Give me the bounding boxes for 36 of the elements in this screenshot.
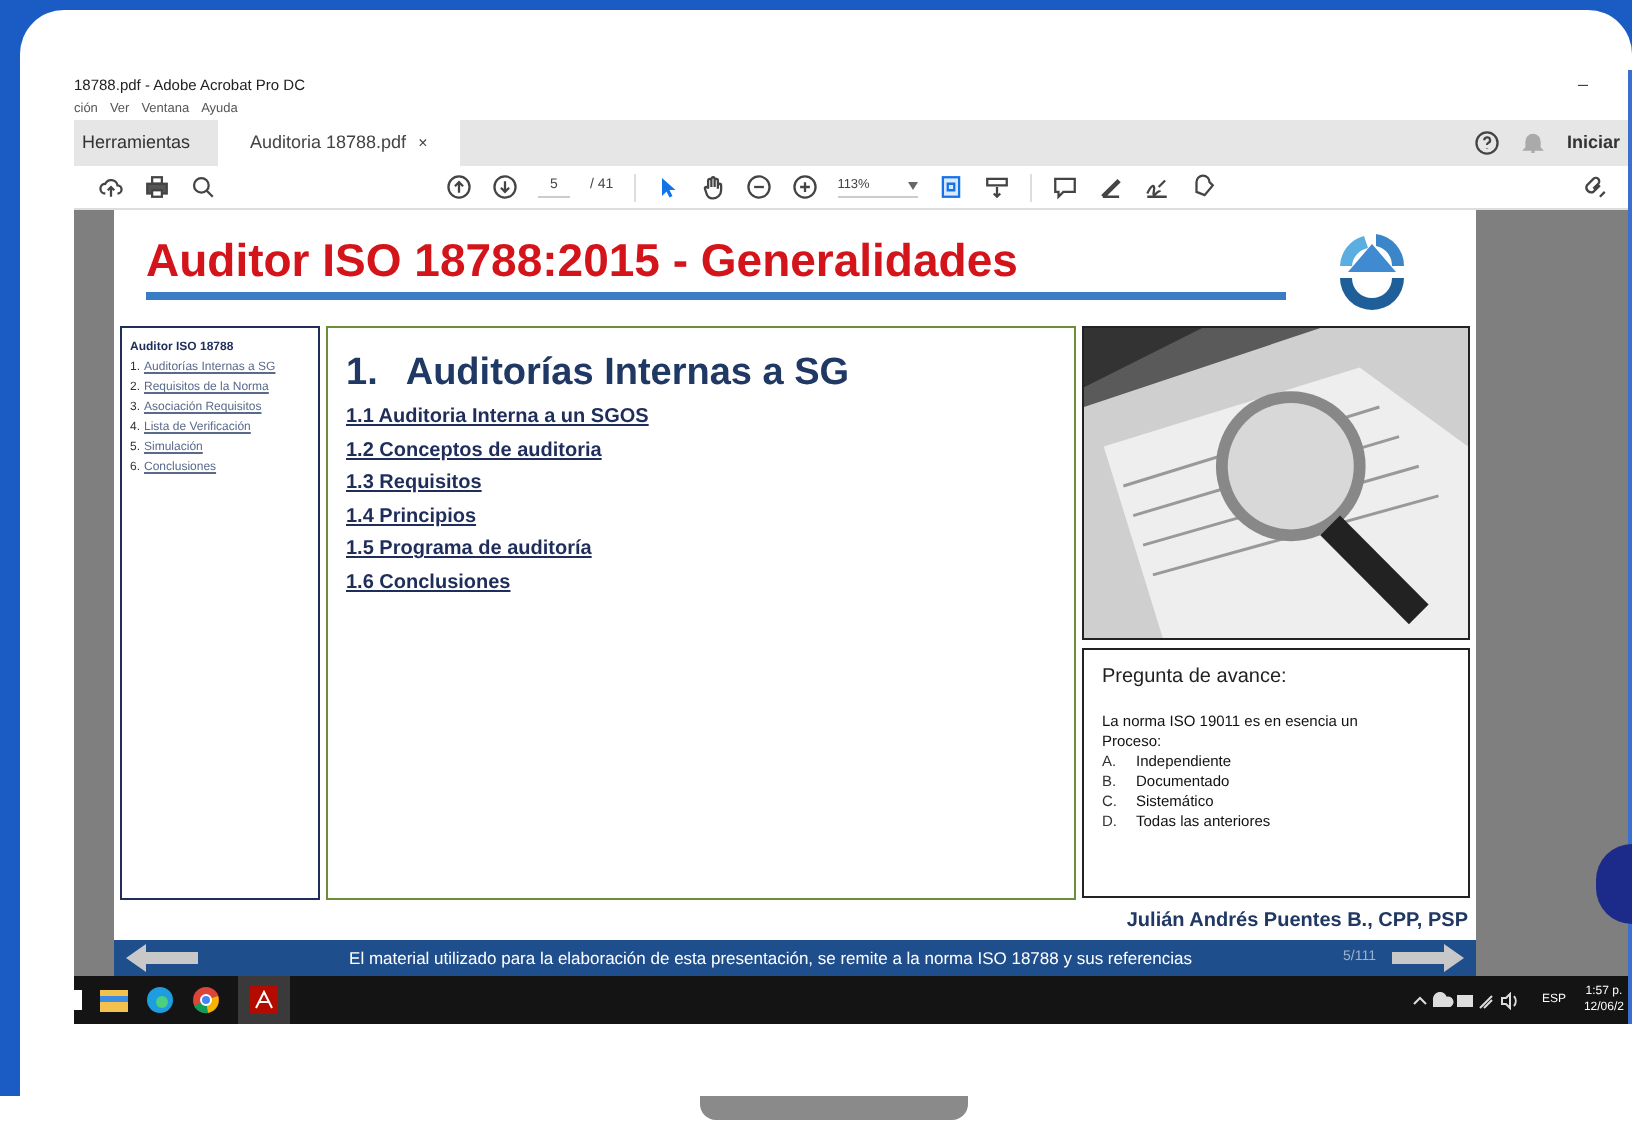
cloud-upload-icon[interactable] bbox=[98, 174, 124, 200]
search-icon[interactable] bbox=[190, 174, 216, 200]
hand-icon[interactable] bbox=[699, 174, 726, 200]
page-layout-icon[interactable] bbox=[937, 174, 964, 200]
section-title: Auditorías Internas a SG bbox=[405, 352, 850, 396]
question-heading: Pregunta de avance: bbox=[1102, 664, 1289, 692]
chrome-icon[interactable] bbox=[192, 986, 220, 1014]
comment-icon[interactable] bbox=[1051, 174, 1078, 200]
arrow-right-icon[interactable] bbox=[1392, 944, 1464, 972]
edge-icon[interactable] bbox=[146, 986, 174, 1014]
help-icon[interactable] bbox=[1474, 130, 1501, 156]
arrow-down-icon[interactable] bbox=[492, 174, 518, 200]
print-icon[interactable] bbox=[144, 174, 170, 200]
tab[interactable]: Auditoria 18788.pdf × bbox=[218, 120, 460, 166]
footer-text: El material utilizado para la elaboración de esta presentación, se remite a la norma ISO 18788 y sus referencias bbox=[347, 945, 1194, 971]
slide-title: Auditor ISO 18788:2015 - Generalidades bbox=[146, 232, 1020, 288]
topic-link[interactable]: 1.2 Conceptos de auditoria bbox=[346, 437, 602, 466]
section-number: 1. bbox=[346, 352, 378, 396]
pdf-app-icon[interactable] bbox=[250, 986, 278, 1014]
topic-link[interactable]: 1.4 Principios bbox=[346, 503, 477, 532]
folder-icon[interactable] bbox=[100, 988, 128, 1012]
sign-in-link[interactable]: Iniciar bbox=[1566, 129, 1620, 157]
arrow-up-icon[interactable] bbox=[446, 174, 472, 200]
zoom-out-icon[interactable] bbox=[745, 174, 772, 200]
topic-link[interactable]: 1.1 Auditoria Interna a un SGOS bbox=[346, 404, 649, 433]
topic-link[interactable]: 1.5 Programa de auditoría bbox=[346, 536, 592, 565]
zoom-in-icon[interactable] bbox=[791, 174, 818, 200]
minimize-button[interactable]: – bbox=[1577, 71, 1588, 99]
topic-link[interactable]: 1.6 Conclusiones bbox=[346, 569, 511, 598]
pen-icon[interactable] bbox=[1097, 174, 1124, 200]
attach-icon[interactable] bbox=[1582, 174, 1608, 200]
arrow-left-icon[interactable] bbox=[126, 944, 198, 972]
sign-icon[interactable] bbox=[1143, 174, 1170, 200]
topic-link[interactable]: 1.3 Requisitos bbox=[346, 470, 482, 499]
caret-icon[interactable] bbox=[907, 182, 918, 190]
author-name: Julián Andrés Puentes B., CPP, PSP bbox=[1126, 907, 1468, 935]
